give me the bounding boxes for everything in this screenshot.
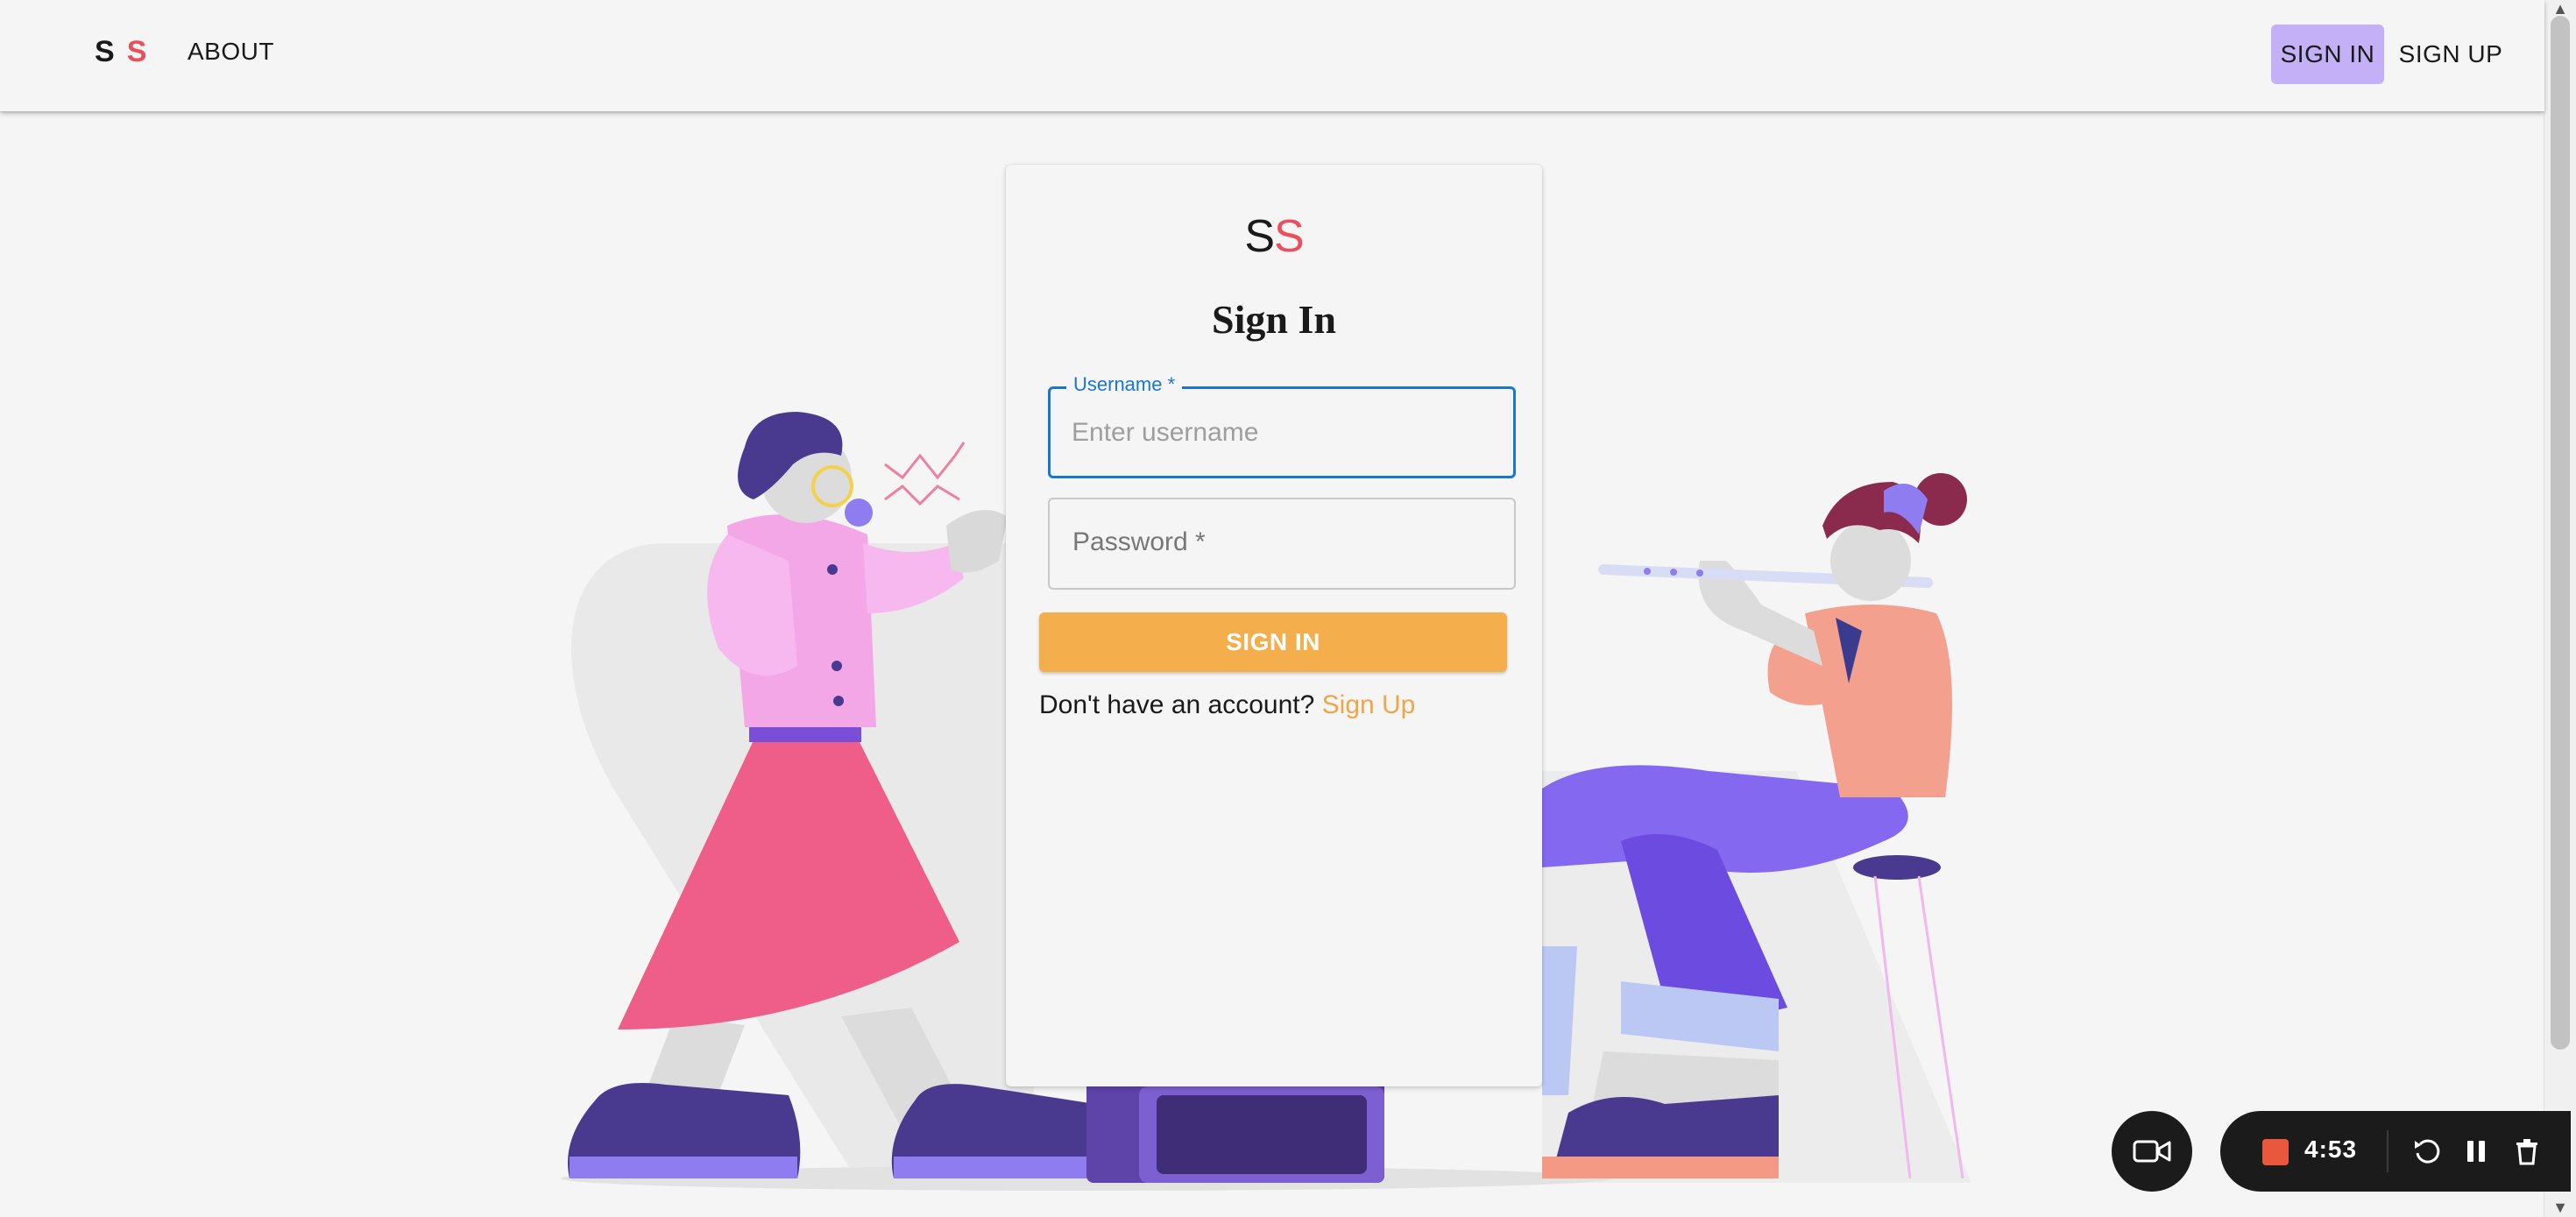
card-logo-letter-right: S: [1274, 211, 1305, 262]
nav-sign-in-button[interactable]: SIGN IN: [2271, 25, 2384, 84]
restart-icon[interactable]: [2411, 1136, 2443, 1167]
page-title: Sign In: [1212, 297, 1336, 342]
delete-icon[interactable]: [2513, 1136, 2541, 1167]
camera-toggle-button[interactable]: [2112, 1111, 2192, 1192]
card-logo-letter-left: S: [1244, 211, 1275, 262]
recording-controls: 4:53: [2220, 1111, 2571, 1192]
camera-icon: [2133, 1140, 2171, 1163]
signup-prompt-text: Don't have an account?: [1039, 690, 1315, 719]
password-label: Password *: [1072, 527, 1206, 556]
recording-timer: 4:53: [2304, 1136, 2358, 1163]
sign-up-link[interactable]: Sign Up: [1322, 690, 1416, 719]
card-logo: SS: [1006, 210, 1542, 263]
nav-sign-up-button[interactable]: SIGN UP: [2394, 25, 2508, 84]
username-input[interactable]: [1070, 410, 1494, 456]
pause-icon[interactable]: [2462, 1136, 2490, 1167]
sign-in-submit-button[interactable]: SIGN IN: [1039, 612, 1507, 672]
scroll-down-arrow-icon[interactable]: ▼: [2552, 1199, 2568, 1217]
scrollbar-thumb[interactable]: [2551, 16, 2570, 1050]
sign-in-card: SS Sign In Username * Password * SIGN IN…: [1006, 165, 1542, 1086]
password-field[interactable]: Password *: [1048, 498, 1516, 590]
page-scrollbar[interactable]: ▲ ▼: [2544, 0, 2576, 1217]
stop-icon[interactable]: [2262, 1139, 2289, 1165]
username-label: Username *: [1066, 373, 1183, 396]
top-navbar: SS ABOUT SIGN IN SIGN UP: [0, 0, 2544, 111]
logo-letter-left: S: [95, 35, 117, 68]
brand-logo[interactable]: SS: [95, 35, 148, 69]
username-field[interactable]: Username *: [1048, 373, 1516, 478]
nav-about-link[interactable]: ABOUT: [188, 38, 274, 66]
logo-letter-right: S: [126, 35, 149, 68]
signup-prompt: Don't have an account? Sign Up: [1039, 690, 1415, 720]
controls-divider: [2387, 1130, 2388, 1172]
